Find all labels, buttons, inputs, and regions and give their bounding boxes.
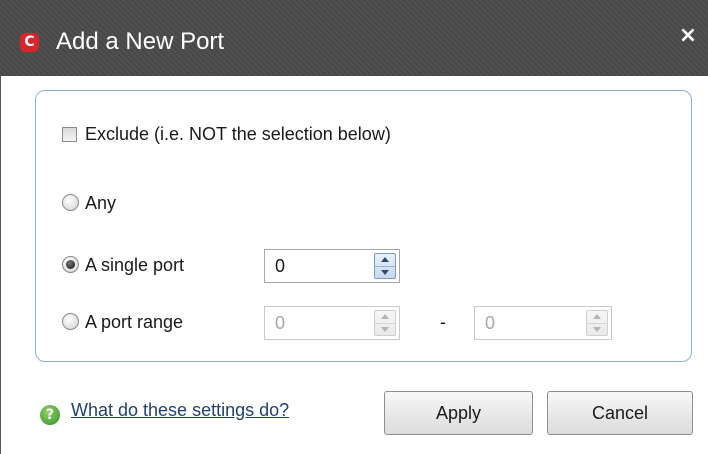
range-to-value[interactable]: 0 bbox=[485, 307, 495, 339]
range-from-spin-buttons[interactable] bbox=[374, 310, 396, 336]
single-port-spin-buttons[interactable] bbox=[374, 253, 396, 279]
range-to-spin-buttons[interactable] bbox=[586, 310, 608, 336]
spin-divider bbox=[375, 323, 395, 324]
spin-down-icon[interactable] bbox=[381, 270, 389, 275]
window-left-border bbox=[0, 76, 1, 454]
single-port-label: A single port bbox=[85, 255, 185, 275]
title-bar: C Add a New Port × bbox=[0, 0, 708, 76]
exclude-checkbox[interactable] bbox=[62, 127, 77, 142]
spin-down-icon[interactable] bbox=[593, 327, 601, 332]
single-port-value[interactable]: 0 bbox=[275, 250, 285, 282]
help-link[interactable]: What do these settings do? bbox=[71, 400, 289, 421]
any-label: Any bbox=[85, 193, 117, 213]
port-range-label: A port range bbox=[85, 312, 184, 332]
single-port-stepper[interactable]: 0 bbox=[264, 249, 400, 283]
cancel-button[interactable]: Cancel bbox=[547, 391, 693, 435]
port-range-radio[interactable] bbox=[62, 313, 79, 330]
range-from-stepper[interactable]: 0 bbox=[264, 306, 400, 340]
close-icon[interactable]: × bbox=[676, 24, 700, 48]
range-from-value[interactable]: 0 bbox=[275, 307, 285, 339]
single-port-radio[interactable] bbox=[62, 256, 79, 273]
help-icon[interactable]: ? bbox=[40, 405, 60, 425]
range-to-stepper[interactable]: 0 bbox=[474, 306, 612, 340]
apply-button[interactable]: Apply bbox=[384, 391, 533, 435]
spin-up-icon[interactable] bbox=[593, 314, 601, 319]
spin-divider bbox=[375, 266, 395, 267]
spin-down-icon[interactable] bbox=[381, 327, 389, 332]
spin-up-icon[interactable] bbox=[381, 314, 389, 319]
range-separator: - bbox=[440, 312, 446, 332]
any-radio[interactable] bbox=[62, 194, 79, 211]
app-logo-icon: C bbox=[20, 33, 39, 52]
spin-divider bbox=[587, 323, 607, 324]
window-title: Add a New Port bbox=[56, 28, 225, 55]
exclude-label: Exclude (i.e. NOT the selection below) bbox=[85, 124, 391, 144]
spin-up-icon[interactable] bbox=[381, 257, 389, 262]
